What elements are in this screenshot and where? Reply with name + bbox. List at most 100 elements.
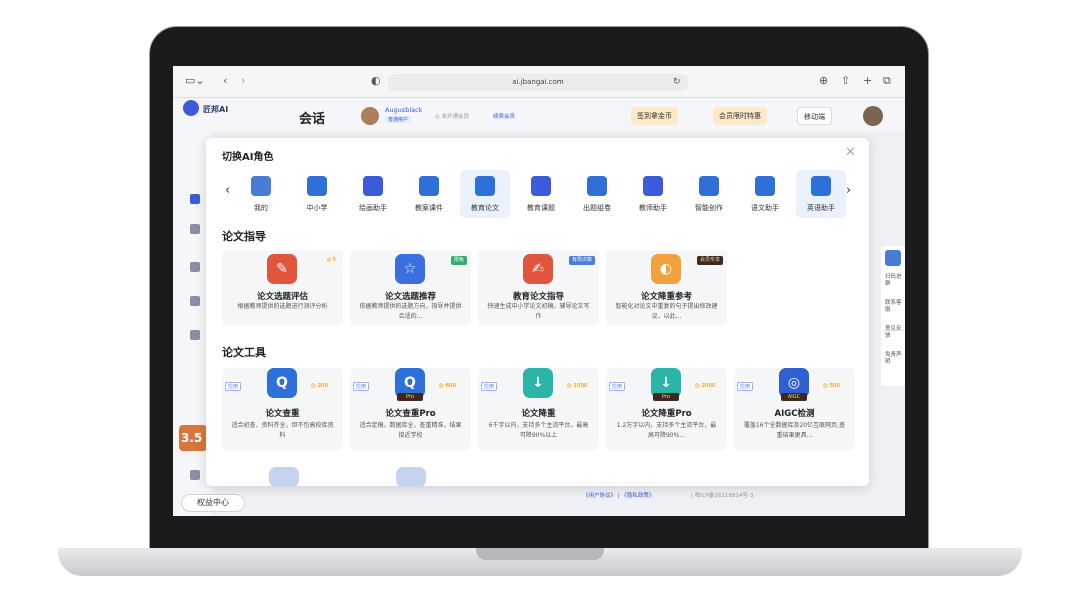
promo-banner[interactable]: 3.5 (179, 425, 207, 451)
sparkle-nav-icon[interactable] (190, 224, 200, 234)
role-label: 教育论文 (471, 204, 499, 212)
tabs-overview-icon[interactable]: ⧉ (883, 74, 891, 88)
role-教师助手[interactable]: 教师助手 (628, 170, 678, 218)
tool-card[interactable]: 应用 ◎ AIGC ◎ 500 AIGC检测 覆盖16个全数据库及20亿互联网页,查重结果… (734, 368, 855, 450)
close-icon[interactable]: ✕ (845, 146, 856, 160)
address-bar[interactable]: ai.jbangai.com (388, 74, 688, 91)
tool-title: 论文降重Pro (641, 409, 692, 419)
teacher-icon (643, 176, 663, 196)
coin-cost: ◎ 2000 (692, 382, 719, 391)
app-tag: 应用 (481, 382, 498, 391)
guide-card[interactable]: ◐ 会员专享 论文降重参考 智能化对论文中重复的句子提出修改建议，以此... (606, 250, 727, 325)
role-label: 教育课题 (527, 204, 555, 212)
switch-role-modal: 切换AI角色 ✕ ‹ › 我的 中小学 绘画助手 教案课件 教育论文 教育课题 出题组卷 教师… (206, 138, 869, 486)
tool-icon: Q (267, 368, 297, 398)
chinese-char-icon (755, 176, 775, 196)
exam-paper-icon (587, 176, 607, 196)
coin-cost: ◎ 500 (820, 382, 844, 391)
qr-code-icon[interactable] (885, 250, 901, 266)
user-icon (251, 176, 271, 196)
tool-desc: 1.2万字以内，支持多个主流平台，最高可降90%... (616, 422, 717, 439)
laptop-notch (476, 548, 604, 560)
profile-avatar[interactable] (863, 106, 883, 126)
right-panel-item[interactable]: 意见反馈 (885, 326, 903, 340)
letter-a-icon (811, 176, 831, 196)
card-badge: ◎ 5 (323, 256, 339, 265)
role-label: 教师助手 (639, 204, 667, 212)
role-中小学[interactable]: 中小学 (292, 170, 342, 218)
role-label: 语文助手 (751, 204, 779, 212)
role-我的[interactable]: 我的 (236, 170, 286, 218)
user-nav-icon[interactable] (190, 330, 200, 340)
role-教案课件[interactable]: 教案课件 (404, 170, 454, 218)
chevron-left-icon[interactable]: ‹ (225, 184, 230, 198)
guide-card[interactable]: ✎ ◎ 5 论文选题评估 根据教师提供的选题进行测评分析 (222, 250, 343, 325)
pro-badge: AIGC (781, 393, 807, 401)
tool-desc: 适合定稿，数据库全，查重精准，结果接近学校 (359, 422, 462, 439)
role-智能创作[interactable]: 智能创作 (684, 170, 734, 218)
sign-in-coins-button[interactable]: 签到拿金币 (631, 107, 678, 125)
share-icon[interactable]: ⇧ (841, 74, 850, 88)
doc-nav-icon[interactable] (190, 296, 200, 306)
footer-icp: | 粤ICP备16118814号-3 (691, 493, 754, 499)
role-绘画助手[interactable]: 绘画助手 (348, 170, 398, 218)
coin-cost: ◎ 1000 (564, 382, 591, 391)
tool-title: 论文查重Pro (385, 409, 436, 419)
community-nav-icon[interactable] (190, 470, 200, 480)
browser-toolbar: ▭⌄ ‹ › ◐ ai.jbangai.com ↻ ⊕ ⇧ + ⧉ (173, 66, 905, 98)
tool-card[interactable]: 应用 Q Pro ◎ 600 论文查重Pro 适合定稿，数据库全，查重精准，结果接近学校 (350, 368, 471, 450)
user-badge: 普通用户 (385, 116, 412, 123)
sidebar-toggle-icon[interactable]: ▭⌄ (185, 74, 205, 88)
reload-icon[interactable]: ↻ (673, 75, 681, 89)
chat-nav-icon[interactable] (190, 194, 200, 204)
graduation-cap-icon (475, 176, 495, 196)
pro-badge: Pro (653, 393, 679, 401)
privacy-shield-icon[interactable]: ◐ (371, 74, 381, 88)
tool-desc: 适合初查，资料齐全，但不包高校库资料 (231, 422, 334, 439)
vip-status: ◎ 未开通会员 (435, 114, 470, 120)
tool-desc: 6千字以内，支持多个主流平台，最高可降90%以上 (488, 422, 589, 439)
right-panel-item[interactable]: 联系客服 (885, 300, 903, 314)
right-panel-item[interactable]: 免责声明 (885, 352, 903, 366)
new-tab-icon[interactable]: + (863, 74, 872, 88)
renew-vip-link[interactable]: 续费会员 (493, 112, 515, 120)
role-label: 绘画助手 (359, 204, 387, 212)
role-label: 智能创作 (695, 204, 723, 212)
tool-icon: ↓ (523, 368, 553, 398)
tool-card[interactable]: 应用 ↓ Pro ◎ 2000 论文降重Pro 1.2万字以内，支持多个主流平台，最高可降… (606, 368, 727, 450)
section-title-tools: 论文工具 (222, 346, 266, 359)
tool-card[interactable]: 应用 Q ◎ 200 论文查重 适合初查，资料齐全，但不包高校库资料 (222, 368, 343, 450)
bar-chart-icon (531, 176, 551, 196)
role-英语助手[interactable]: 英语助手 (796, 170, 846, 218)
back-icon[interactable]: ‹ (223, 74, 227, 88)
role-label: 英语助手 (807, 204, 835, 212)
right-panel-item[interactable]: 扫码进群 (885, 274, 903, 288)
member-offer-button[interactable]: 会员限时特惠 (713, 107, 767, 125)
role-语文助手[interactable]: 语文助手 (740, 170, 790, 218)
app-logo-text: 匠邦AI (203, 105, 229, 114)
forward-icon[interactable]: › (241, 74, 245, 88)
sprout-icon (307, 176, 327, 196)
app-header (173, 98, 905, 132)
role-教育论文[interactable]: 教育论文 (460, 170, 510, 218)
bolt-nav-icon[interactable] (190, 262, 200, 272)
card-title: 论文选题评估 (256, 292, 308, 302)
benefit-center-button[interactable]: 权益中心 (181, 494, 245, 512)
guide-card-icon: ✎ (267, 254, 297, 284)
guide-card[interactable]: ☆ 限免 论文选题推荐 依据教师提供的选题方向，指导并提供合适的... (350, 250, 471, 325)
chevron-right-icon[interactable]: › (846, 184, 851, 198)
role-出题组卷[interactable]: 出题组卷 (572, 170, 622, 218)
mobile-button[interactable]: 移动端 (797, 107, 832, 125)
page-title: 会话 (299, 112, 326, 127)
section-title-guide: 论文指导 (222, 230, 266, 243)
guide-card[interactable]: ✍ 有限次数 教育论文指导 快速生成中小学论文初稿，辅导论文写作 (478, 250, 599, 325)
footer-links[interactable]: 《用户协议》 | 《隐私政策》 (583, 491, 654, 499)
tool-title: 论文查重 (265, 409, 300, 419)
role-教育课题[interactable]: 教育课题 (516, 170, 566, 218)
avatar[interactable] (361, 107, 379, 125)
user-name[interactable]: Augusblack (385, 106, 422, 114)
coin-cost: ◎ 200 (308, 382, 332, 391)
download-icon[interactable]: ⊕ (819, 74, 828, 88)
role-label: 出题组卷 (583, 204, 611, 212)
tool-card[interactable]: 应用 ↓ ◎ 1000 论文降重 6千字以内，支持多个主流平台，最高可降90%以上 (478, 368, 599, 450)
